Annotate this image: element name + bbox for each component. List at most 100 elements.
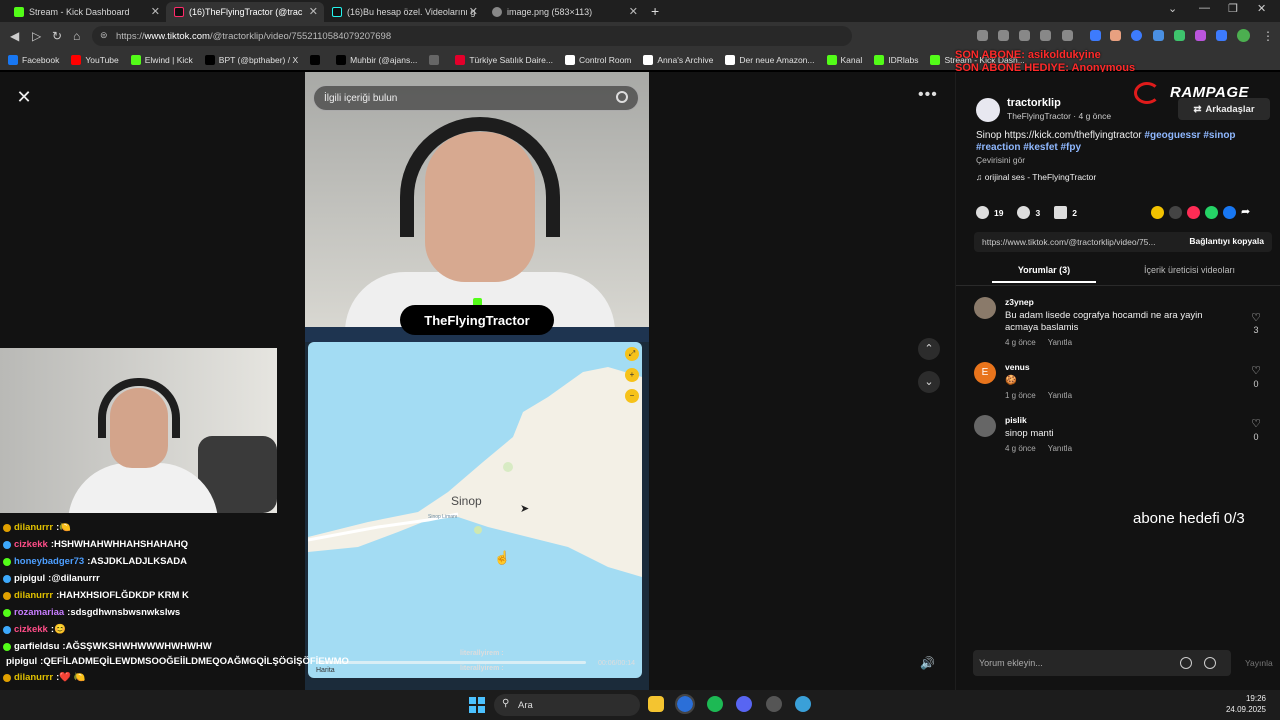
tab-creator-videos[interactable]: İçerik üreticisi videoları: [1144, 265, 1235, 275]
back-icon[interactable]: ◀: [10, 29, 19, 43]
copy-link-button[interactable]: Bağlantıyı kopyala: [1189, 236, 1264, 246]
mention-icon[interactable]: [1180, 657, 1192, 669]
bookmark-item[interactable]: IDRlabs: [874, 55, 918, 65]
volume-icon[interactable]: 🔊: [920, 656, 935, 670]
geoguessr-map[interactable]: Sinop Sinop Limanı ⤢ + − ➤ ☝ 00:06/00:14…: [308, 342, 642, 678]
share-icon[interactable]: [1040, 30, 1051, 41]
comment-button[interactable]: 3: [1017, 206, 1040, 219]
bookmark-item[interactable]: [429, 55, 443, 65]
whatsapp-icon[interactable]: [1205, 206, 1218, 219]
spotify-icon[interactable]: [707, 696, 723, 712]
extension-icon[interactable]: [1110, 30, 1121, 41]
next-video-button[interactable]: ⌄: [918, 371, 940, 393]
bookmark-item[interactable]: Der neue Amazon...: [725, 55, 815, 65]
puzzle-icon[interactable]: [1153, 30, 1164, 41]
close-tab-icon[interactable]: ✕: [469, 5, 478, 18]
comment-avatar[interactable]: [974, 415, 996, 437]
more-options-icon[interactable]: •••: [918, 86, 938, 104]
repost-icon[interactable]: [1151, 206, 1164, 219]
site-info-icon[interactable]: ⊜: [100, 30, 108, 41]
save-button[interactable]: 2: [1054, 206, 1077, 219]
bookmark-item[interactable]: Muhbir (@ajans...: [336, 55, 417, 65]
tab-comments[interactable]: Yorumlar (3): [992, 265, 1096, 283]
reload-icon[interactable]: ↻: [52, 29, 62, 43]
share-arrow-icon[interactable]: ➦: [1241, 206, 1254, 219]
home-icon[interactable]: ⌂: [73, 29, 80, 43]
video-progress-bar[interactable]: [318, 661, 586, 664]
comment-avatar[interactable]: E: [974, 362, 996, 384]
previous-video-button[interactable]: ⌃: [918, 338, 940, 360]
author-avatar[interactable]: [976, 98, 1000, 122]
bookmark-item[interactable]: Elwind | Kick: [130, 55, 193, 65]
reply-link[interactable]: Yanıtla: [1048, 338, 1072, 347]
reply-link[interactable]: Yanıtla: [1048, 444, 1072, 453]
friends-button[interactable]: ⇄ Arkadaşlar: [1178, 98, 1270, 120]
close-tab-icon[interactable]: ✕: [151, 5, 160, 18]
facebook-icon[interactable]: [1223, 206, 1236, 219]
fullscreen-icon[interactable]: ⤢: [625, 347, 639, 361]
windows-start-icon[interactable]: [469, 697, 485, 713]
reply-link[interactable]: Yanıtla: [1048, 391, 1072, 400]
extension-icon[interactable]: [1195, 30, 1206, 41]
emoji-icon[interactable]: [1204, 657, 1216, 669]
send-icon[interactable]: [1187, 206, 1200, 219]
taskbar-clock[interactable]: 19:26 24.09.2025: [1222, 693, 1266, 715]
translate-icon[interactable]: [998, 30, 1009, 41]
bookmark-item[interactable]: Control Room: [564, 55, 631, 65]
embed-icon[interactable]: [1169, 206, 1182, 219]
tab-kick-dashboard[interactable]: Stream - Kick Dashboard ✕: [6, 2, 166, 22]
sidebar-icon[interactable]: [1216, 30, 1227, 41]
bookmark-star-icon[interactable]: [1062, 30, 1073, 41]
bookmark-item[interactable]: [310, 55, 324, 65]
app-icon[interactable]: [766, 696, 782, 712]
comment-username[interactable]: venus: [1005, 362, 1030, 372]
menu-icon[interactable]: ⋮: [1262, 29, 1274, 43]
see-translation-link[interactable]: Çevirisini gör: [976, 155, 1025, 165]
forward-icon[interactable]: ▷: [32, 29, 41, 43]
bookmark-item[interactable]: YouTube: [71, 55, 119, 65]
download-icon[interactable]: [977, 30, 988, 41]
comment-username[interactable]: pislik: [1005, 415, 1027, 425]
zoom-icon[interactable]: [1019, 30, 1030, 41]
restore-icon[interactable]: ❐: [1228, 2, 1238, 15]
extension-icon[interactable]: [1174, 30, 1185, 41]
comment-like-icon[interactable]: ♡: [1249, 417, 1263, 430]
post-comment-button[interactable]: Yayınla: [1245, 658, 1273, 668]
comment-username[interactable]: z3ynep: [1005, 297, 1034, 307]
comment-input[interactable]: Yorum ekleyin...: [973, 650, 1231, 676]
close-video-icon[interactable]: ✕: [14, 87, 34, 107]
bookmark-item[interactable]: Anna's Archive: [643, 55, 713, 65]
video-player[interactable]: TheFlyingTractor İlgili içeriği bulun Si…: [305, 72, 649, 690]
taskbar-search[interactable]: ⚲ Ara: [494, 694, 640, 716]
tab-search-icon[interactable]: ⌄: [1168, 2, 1177, 15]
new-tab-button[interactable]: +: [651, 3, 659, 19]
extension-icon[interactable]: [1090, 30, 1101, 41]
bookmark-item[interactable]: Facebook: [8, 55, 59, 65]
profile-avatar[interactable]: [1237, 29, 1250, 42]
bookmark-item[interactable]: Kanal: [826, 55, 862, 65]
tab-private-account[interactable]: (16)Bu hesap özel. Videolarını g ✕: [324, 2, 484, 22]
close-tab-icon[interactable]: ✕: [309, 5, 318, 18]
search-icon[interactable]: [616, 91, 628, 103]
url-field[interactable]: ⊜ https://www.tiktok.com/@tractorklip/vi…: [92, 26, 852, 46]
extension-icon[interactable]: [1131, 30, 1142, 41]
minimize-icon[interactable]: —: [1199, 2, 1210, 14]
chrome-icon[interactable]: [675, 694, 695, 714]
author-username[interactable]: tractorklip: [1007, 97, 1061, 109]
zoom-in-icon[interactable]: +: [625, 368, 639, 382]
zoom-out-icon[interactable]: −: [625, 389, 639, 403]
sound-link[interactable]: ♫ orijinal ses - TheFlyingTractor: [976, 172, 1096, 182]
file-explorer-icon[interactable]: [648, 696, 664, 712]
close-window-icon[interactable]: ✕: [1257, 2, 1266, 15]
like-button[interactable]: 19: [976, 206, 1003, 219]
bookmark-item[interactable]: Türkiye Satılık Daire...: [455, 55, 553, 65]
close-tab-icon[interactable]: ✕: [629, 5, 638, 18]
comment-like-icon[interactable]: ♡: [1249, 364, 1263, 377]
discord-icon[interactable]: [736, 696, 752, 712]
related-search-input[interactable]: İlgili içeriği bulun: [313, 85, 639, 111]
comment-like-icon[interactable]: ♡: [1249, 311, 1263, 324]
globe-app-icon[interactable]: [795, 696, 811, 712]
tab-tiktok-video[interactable]: (16)TheFlyingTractor (@trac ✕: [166, 2, 324, 22]
tab-image[interactable]: image.png (583×113) ✕: [484, 2, 644, 22]
bookmark-item[interactable]: BPT (@bpthaber) / X: [204, 55, 298, 65]
